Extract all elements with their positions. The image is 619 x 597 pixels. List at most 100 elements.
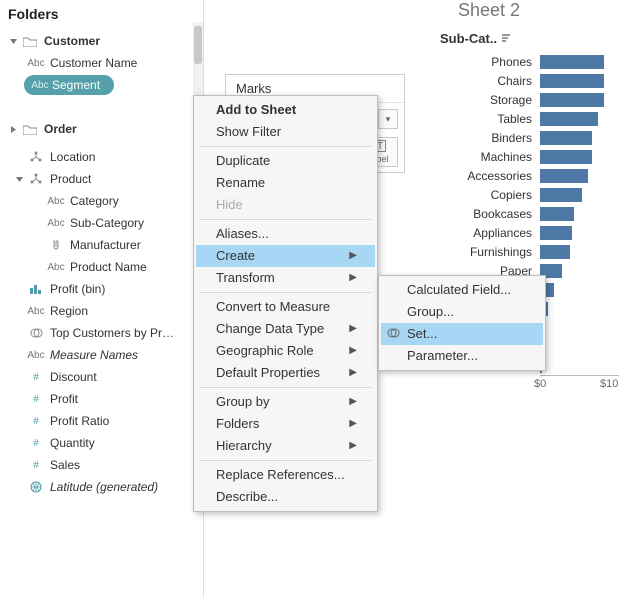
field-row[interactable]: Top Customers by Pr… (0, 322, 203, 344)
bar-row[interactable]: Copiers (432, 185, 619, 204)
bar-label: Furnishings (432, 245, 540, 259)
paperclip-icon (48, 239, 64, 251)
menu-item[interactable]: Aliases... (196, 223, 375, 245)
field-label: Sales (50, 458, 80, 472)
bar (540, 207, 574, 221)
mark-type-dropdown[interactable]: ▾ (378, 109, 398, 129)
field-row[interactable]: #Profit Ratio (0, 410, 203, 432)
bar-row[interactable]: Chairs (432, 71, 619, 90)
bar-row[interactable]: Bookcases (432, 204, 619, 223)
bar-label: Appliances (432, 226, 540, 240)
menu-item[interactable]: Replace References... (196, 464, 375, 486)
bar (540, 169, 588, 183)
menu-item[interactable]: Add to Sheet (196, 99, 375, 121)
bar-row[interactable]: Machines (432, 147, 619, 166)
menu-item[interactable]: Transform▶ (196, 267, 375, 289)
menu-item-label: Hierarchy (216, 438, 272, 454)
menu-item[interactable]: Describe... (196, 486, 375, 508)
menu-item-label: Change Data Type (216, 321, 324, 337)
field-customer-name[interactable]: Abc Customer Name (0, 52, 203, 74)
scroll-thumb[interactable] (194, 26, 202, 64)
field-manufacturer[interactable]: Manufacturer (0, 234, 203, 256)
menu-item-label: Show Filter (216, 124, 281, 140)
menu-item[interactable]: Default Properties▶ (196, 362, 375, 384)
bar-row[interactable]: Furnishings (432, 242, 619, 261)
field-label: Latitude (generated) (50, 480, 158, 494)
field-row[interactable]: AbcRegion (0, 300, 203, 322)
menu-item[interactable]: Folders▶ (196, 413, 375, 435)
submenu-item[interactable]: Calculated Field... (381, 279, 543, 301)
field-row[interactable]: Profit (bin) (0, 278, 203, 300)
chevron-down-icon: ▾ (386, 114, 391, 125)
chevron-right-icon: ▶ (349, 343, 357, 359)
menu-separator (200, 146, 371, 147)
menu-separator (200, 219, 371, 220)
row-header[interactable]: Sub-Cat.. (432, 29, 619, 52)
chevron-right-icon: ▶ (349, 270, 357, 286)
field-label: Product Name (70, 260, 147, 274)
field-row[interactable]: #Sales (0, 454, 203, 476)
menu-item[interactable]: Convert to Measure (196, 296, 375, 318)
chevron-right-icon: ▶ (349, 321, 357, 337)
field-label: Discount (50, 370, 97, 384)
bar-row[interactable]: Accessories (432, 166, 619, 185)
sort-icon (501, 34, 513, 44)
bar (540, 93, 604, 107)
bar-row[interactable]: Phones (432, 52, 619, 71)
bar-label: Chairs (432, 74, 540, 88)
field-row[interactable]: Latitude (generated) (0, 476, 203, 498)
field-row[interactable]: AbcMeasure Names (0, 344, 203, 366)
field-row[interactable]: #Quantity (0, 432, 203, 454)
segment-pill[interactable]: Abc Segment (24, 75, 114, 95)
menu-separator (200, 292, 371, 293)
menu-item[interactable]: Duplicate (196, 150, 375, 172)
bar-row[interactable]: Appliances (432, 223, 619, 242)
hierarchy-icon (28, 173, 44, 185)
folder-customer[interactable]: Customer (0, 30, 203, 52)
x-axis: $0 $10 (540, 375, 619, 395)
menu-item[interactable]: Hierarchy▶ (196, 435, 375, 457)
submenu-item[interactable]: Parameter... (381, 345, 543, 367)
field-segment-selected[interactable]: Abc Segment (0, 74, 203, 96)
submenu-item[interactable]: Set... (381, 323, 543, 345)
hash-icon: # (28, 372, 44, 383)
field-product[interactable]: Product (0, 168, 203, 190)
field-label: Manufacturer (70, 238, 141, 252)
bar-label: Tables (432, 112, 540, 126)
field-category[interactable]: Abc Category (0, 190, 203, 212)
menu-item-label: Hide (216, 197, 243, 213)
globe-icon (28, 481, 44, 493)
field-label: Category (70, 194, 119, 208)
field-subcategory[interactable]: Abc Sub-Category (0, 212, 203, 234)
menu-item-label: Duplicate (216, 153, 270, 169)
field-label: Segment (52, 78, 100, 92)
field-location[interactable]: Location (0, 146, 203, 168)
create-submenu: Calculated Field...Group...Set... Paramet… (378, 275, 546, 371)
abc-icon: Abc (48, 262, 64, 273)
menu-item[interactable]: Show Filter (196, 121, 375, 143)
bar-label: Accessories (432, 169, 540, 183)
submenu-item[interactable]: Group... (381, 301, 543, 323)
field-product-name[interactable]: Abc Product Name (0, 256, 203, 278)
hash-icon: # (28, 416, 44, 427)
field-label: Profit (bin) (50, 282, 105, 296)
bar (540, 131, 592, 145)
field-row[interactable]: #Profit (0, 388, 203, 410)
menu-item[interactable]: Rename (196, 172, 375, 194)
bar-label: Phones (432, 55, 540, 69)
bar-row[interactable]: Tables (432, 109, 619, 128)
menu-item[interactable]: Geographic Role▶ (196, 340, 375, 362)
field-label: Location (50, 150, 95, 164)
field-row[interactable]: # Discount (0, 366, 203, 388)
menu-item[interactable]: Create▶ (196, 245, 375, 267)
bar-row[interactable]: Storage (432, 90, 619, 109)
field-label: Product (50, 172, 91, 186)
data-pane: Folders Customer Abc Customer Name Abc S… (0, 0, 204, 597)
submenu-item-label: Parameter... (407, 348, 478, 364)
menu-item[interactable]: Group by▶ (196, 391, 375, 413)
folder-order[interactable]: Order (0, 118, 203, 140)
bar-row[interactable]: Binders (432, 128, 619, 147)
pane-title: Folders (0, 4, 203, 28)
chevron-down-icon (8, 36, 18, 46)
menu-item[interactable]: Change Data Type ▶ (196, 318, 375, 340)
